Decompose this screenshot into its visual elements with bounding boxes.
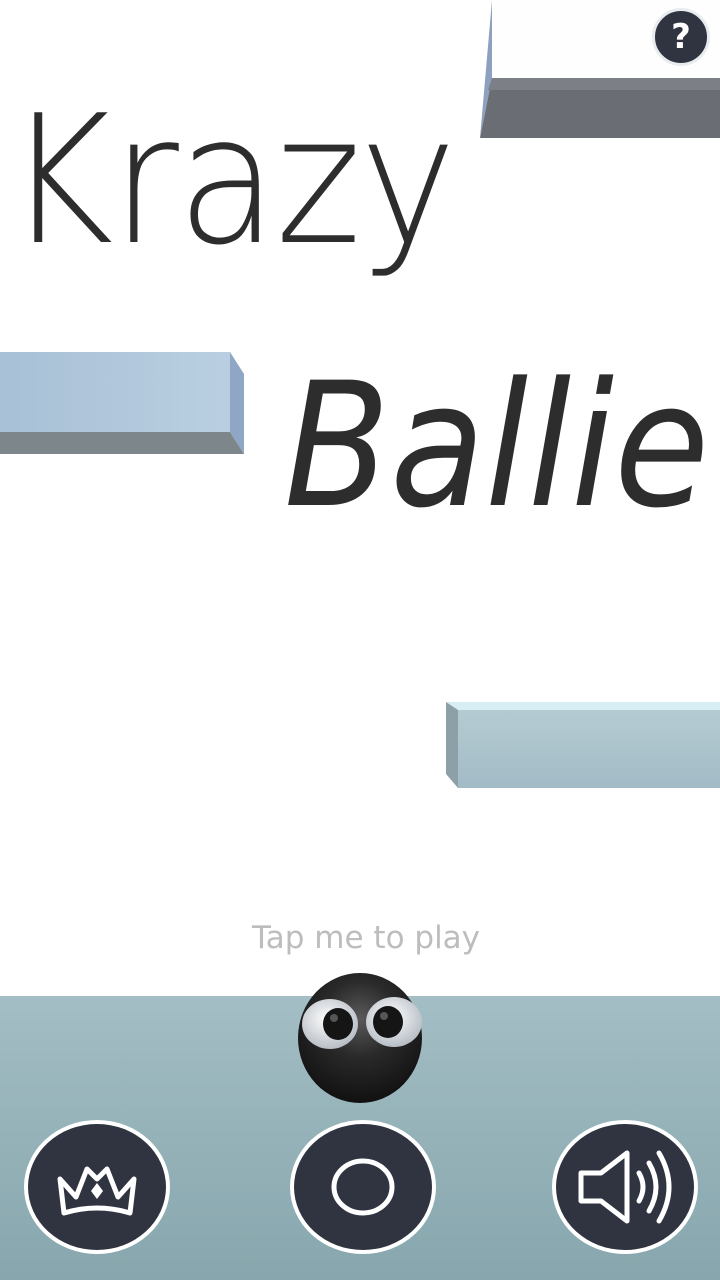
title-ballie: Ballie — [284, 345, 710, 546]
platform-right — [446, 702, 720, 788]
question-mark-icon: ? — [671, 17, 691, 57]
sound-button[interactable] — [552, 1120, 698, 1254]
title-krazy: Krazy — [6, 77, 457, 284]
platform-left — [0, 352, 244, 454]
speaker-icon — [578, 1150, 672, 1224]
ball-character[interactable] — [296, 970, 424, 1104]
tap-to-play-hint: Tap me to play — [251, 920, 481, 956]
left-eye-icon — [302, 999, 358, 1049]
circle-icon — [331, 1158, 395, 1216]
play-button[interactable] — [290, 1120, 436, 1254]
crown-icon — [57, 1166, 137, 1216]
right-eye-icon — [366, 997, 422, 1047]
leaderboard-button[interactable] — [24, 1120, 170, 1254]
help-button[interactable]: ? — [652, 8, 710, 66]
